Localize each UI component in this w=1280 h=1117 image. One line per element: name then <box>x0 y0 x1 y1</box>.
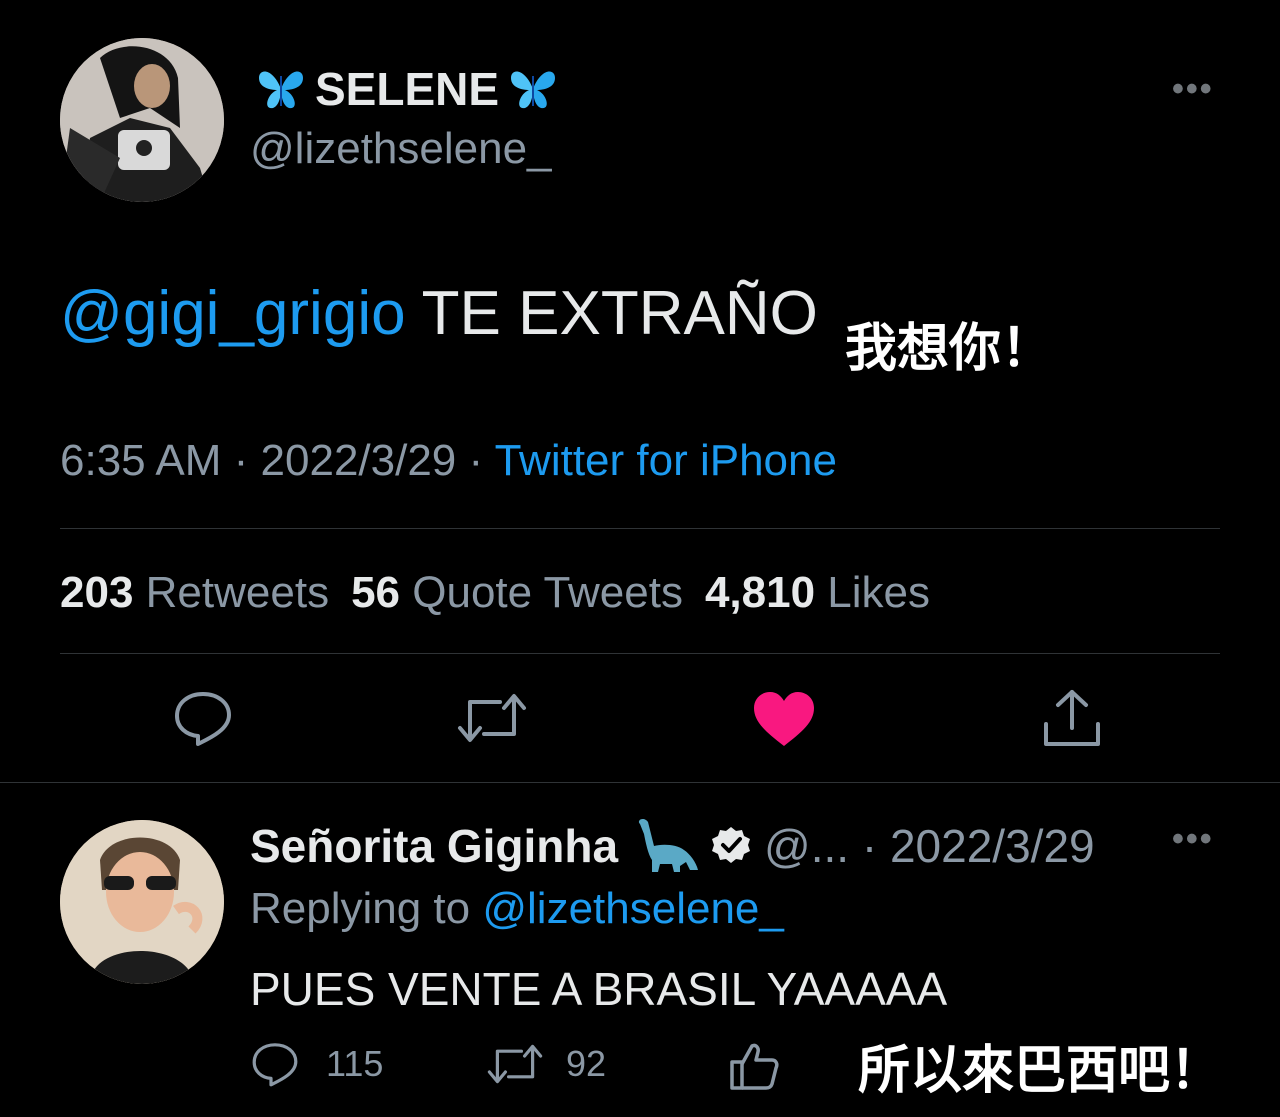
likes-label: Likes <box>827 568 931 617</box>
reply-count: 115 <box>326 1043 384 1084</box>
retweet-icon <box>487 1044 543 1084</box>
tweet-source-link[interactable]: Twitter for iPhone <box>495 436 837 485</box>
replying-mention-link[interactable]: @lizethselene_ <box>482 884 784 933</box>
overlay-caption-translation: 所以來巴西吧！ <box>858 1041 1223 1101</box>
reply-icon <box>252 1043 298 1087</box>
quotes-count: 56 <box>351 568 401 617</box>
more-options-icon[interactable]: ••• <box>1172 822 1214 856</box>
divider <box>60 528 1220 529</box>
retweet-icon[interactable] <box>456 688 528 748</box>
quotes-stat[interactable]: 56 Quote Tweets <box>351 568 683 617</box>
avatar-photo <box>60 820 224 984</box>
butterfly-icon <box>511 71 556 109</box>
tweet-stats: 203 Retweets 56 Quote Tweets 4,810 Likes <box>60 568 930 618</box>
reply-action-like[interactable] <box>728 1040 780 1092</box>
thumbs-up-icon <box>730 1043 779 1090</box>
reply-icon[interactable] <box>172 688 234 748</box>
replying-prefix: Replying to <box>250 884 483 933</box>
divider <box>60 653 1220 654</box>
likes-count: 4,810 <box>704 568 816 617</box>
tweet-timestamp: 6:35 AM · 2022/3/29 · <box>60 436 495 485</box>
overlay-caption-translation: 我想你！ <box>845 319 1054 379</box>
retweets-label: Retweets <box>145 568 330 617</box>
reply-tweet-avatar[interactable] <box>60 820 224 984</box>
more-options-icon[interactable]: ••• <box>1172 72 1214 106</box>
tweet-body-text: TE EXTRAÑO <box>405 279 818 348</box>
tweet-meta: 6:35 AM · 2022/3/29 · Twitter for iPhone <box>60 436 837 486</box>
main-display-name-row[interactable]: SELENE <box>255 62 559 116</box>
retweets-count: 203 <box>60 568 134 617</box>
share-icon[interactable] <box>1040 688 1104 750</box>
reply-action-reply[interactable]: 115 <box>250 1040 383 1088</box>
divider <box>0 782 1280 783</box>
reply-handle-and-date[interactable]: @... · 2022/3/29 <box>764 819 1095 873</box>
reply-display-name[interactable]: Señorita Giginha <box>250 819 618 873</box>
main-tweet-text: @gigi_grigio TE EXTRAÑO <box>60 278 818 349</box>
reply-action-retweet[interactable]: 92 <box>486 1040 606 1088</box>
retweets-stat[interactable]: 203 Retweets <box>60 568 329 617</box>
avatar-photo <box>60 38 224 202</box>
likes-stat[interactable]: 4,810 Likes <box>705 568 930 617</box>
sauropod-icon <box>638 818 699 872</box>
butterfly-icon <box>259 71 303 109</box>
reply-tweet-text: PUES VENTE A BRASIL YAAAAA <box>250 963 948 1015</box>
retweet-count: 92 <box>566 1043 607 1084</box>
reply-header: Señorita Giginha @... · 2022/3/29 <box>250 816 1095 876</box>
heart-icon[interactable] <box>752 690 816 748</box>
replying-to-line: Replying to @lizethselene_ <box>250 884 784 934</box>
main-tweet-avatar[interactable] <box>60 38 224 202</box>
verified-icon <box>712 827 751 863</box>
main-display-name: SELENE <box>315 63 500 115</box>
quotes-label: Quote Tweets <box>412 568 683 617</box>
main-handle[interactable]: @lizethselene_ <box>250 124 552 174</box>
tweet-mention-link[interactable]: @gigi_grigio <box>60 279 406 348</box>
